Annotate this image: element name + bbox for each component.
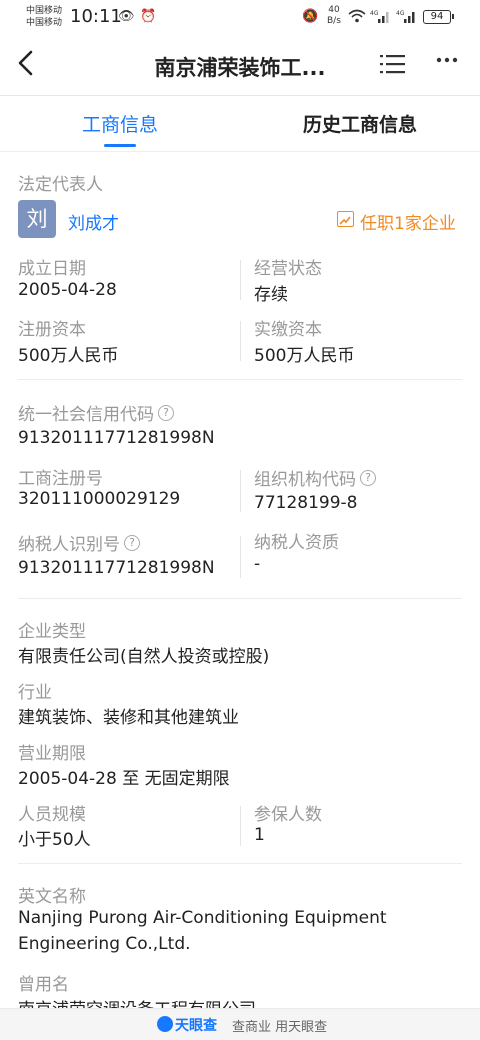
wifi-icon <box>348 9 366 27</box>
english-name-value: Nanjing Purong Air-Conditioning Equipmen… <box>18 908 387 954</box>
carrier-1: 中国移动 <box>26 6 63 16</box>
more-button[interactable] <box>436 48 458 78</box>
signal-icon-2: 4G <box>396 9 418 26</box>
reg-no-value: 320111000029129 <box>18 489 181 509</box>
industry-value: 建筑装饰、装修和其他建筑业 <box>18 708 239 728</box>
divider <box>240 260 241 300</box>
divider <box>240 470 241 512</box>
help-icon[interactable]: ? <box>158 405 174 421</box>
tab-bar: 工商信息 历史工商信息 <box>0 96 480 152</box>
page-title: 南京浦荣装饰工... <box>154 56 326 80</box>
footer-slogan: 查商业 用天眼查 <box>232 1020 328 1035</box>
chart-icon <box>337 211 354 227</box>
tianyancha-logo-icon <box>157 1016 173 1032</box>
status-label: 经营状态 <box>254 259 322 279</box>
credit-code-value: 91320111771281998N <box>18 428 215 448</box>
taxpayer-id-label-text: 纳税人识别号 <box>18 535 120 555</box>
section-divider <box>18 379 462 380</box>
term-value: 2005-04-28 至 无固定期限 <box>18 769 230 789</box>
svg-text:4G: 4G <box>396 10 405 17</box>
reg-capital-label: 注册资本 <box>18 320 86 340</box>
business-info-content: 法定代表人 刘 刘成才 任职1家企业 成立日期 2005-04-28 经营状态 … <box>0 152 480 1008</box>
active-tab-indicator <box>104 144 136 147</box>
company-type-label: 企业类型 <box>18 622 86 642</box>
divider <box>240 321 241 361</box>
status-bar: 中国移动 中国移动 10:11 👁 ⏰ 🔕 40 B/s 4G 4G 94 <box>0 0 480 34</box>
english-name-label: 英文名称 <box>18 887 86 907</box>
insured-value: 1 <box>254 825 265 845</box>
former-name-value: 南京浦荣空调设备工程有限公司 <box>18 995 256 1008</box>
divider <box>240 806 241 846</box>
chevron-left-icon <box>18 50 33 76</box>
carrier-2: 中国移动 <box>26 18 63 28</box>
legal-rep-name[interactable]: 刘成才 <box>68 209 119 234</box>
more-dots-icon <box>436 57 458 63</box>
established-label: 成立日期 <box>18 259 86 279</box>
industry-label: 行业 <box>18 683 52 703</box>
battery-indicator: 94 <box>423 10 454 24</box>
section-divider <box>18 863 462 864</box>
footer-banner: 天眼查 查商业 用天眼查 <box>0 1008 480 1040</box>
help-icon[interactable]: ? <box>124 535 140 551</box>
reg-capital-value: 500万人民币 <box>18 346 119 366</box>
net-speed-unit: B/s <box>327 16 341 26</box>
legal-rep-label: 法定代表人 <box>18 175 103 195</box>
eye-icon: 👁 <box>118 9 135 24</box>
staff-value: 小于50人 <box>18 830 91 850</box>
insured-label: 参保人数 <box>254 805 322 825</box>
status-value: 存续 <box>254 285 288 305</box>
footer-brand: 天眼查 <box>175 1018 217 1034</box>
mute-icon: 🔕 <box>302 9 319 24</box>
position-link[interactable]: 任职1家企业 <box>360 209 456 234</box>
org-code-value: 77128199-8 <box>254 493 358 513</box>
carrier-labels: 中国移动 中国移动 <box>26 5 62 29</box>
nav-bar: 南京浦荣装饰工... <box>0 34 480 96</box>
company-type-value: 有限责任公司(自然人投资或控股) <box>18 647 270 667</box>
tab-business-info[interactable]: 工商信息 <box>82 110 158 137</box>
tab-history-business-info[interactable]: 历史工商信息 <box>303 110 417 137</box>
divider <box>240 536 241 578</box>
former-name-label: 曾用名 <box>18 975 69 995</box>
catalog-button[interactable] <box>380 52 406 78</box>
taxpayer-id-label: 纳税人识别号? <box>18 530 140 555</box>
credit-code-label: 统一社会信用代码? <box>18 400 174 425</box>
help-icon[interactable]: ? <box>360 470 376 486</box>
net-speed-value: 40 <box>328 5 340 15</box>
section-divider <box>18 598 462 599</box>
taxpayer-id-value: 91320111771281998N <box>18 558 215 578</box>
term-label: 营业期限 <box>18 744 86 764</box>
org-code-label: 组织机构代码? <box>254 465 376 490</box>
list-icon <box>380 55 405 74</box>
alarm-icon: ⏰ <box>140 9 157 24</box>
paid-capital-value: 500万人民币 <box>254 346 355 366</box>
reg-no-label: 工商注册号 <box>18 469 103 489</box>
clock: 10:11 <box>70 6 122 27</box>
svg-text:4G: 4G <box>370 10 379 17</box>
established-value: 2005-04-28 <box>18 280 117 300</box>
org-code-label-text: 组织机构代码 <box>254 470 356 490</box>
taxpayer-qual-label: 纳税人资质 <box>254 533 339 553</box>
credit-code-label-text: 统一社会信用代码 <box>18 405 154 425</box>
paid-capital-label: 实缴资本 <box>254 320 322 340</box>
staff-label: 人员规模 <box>18 805 86 825</box>
signal-icon-1: 4G <box>370 9 392 26</box>
back-button[interactable] <box>14 48 44 82</box>
net-speed: 40 B/s <box>327 5 341 27</box>
taxpayer-qual-value: - <box>254 554 261 574</box>
avatar[interactable]: 刘 <box>18 200 56 238</box>
